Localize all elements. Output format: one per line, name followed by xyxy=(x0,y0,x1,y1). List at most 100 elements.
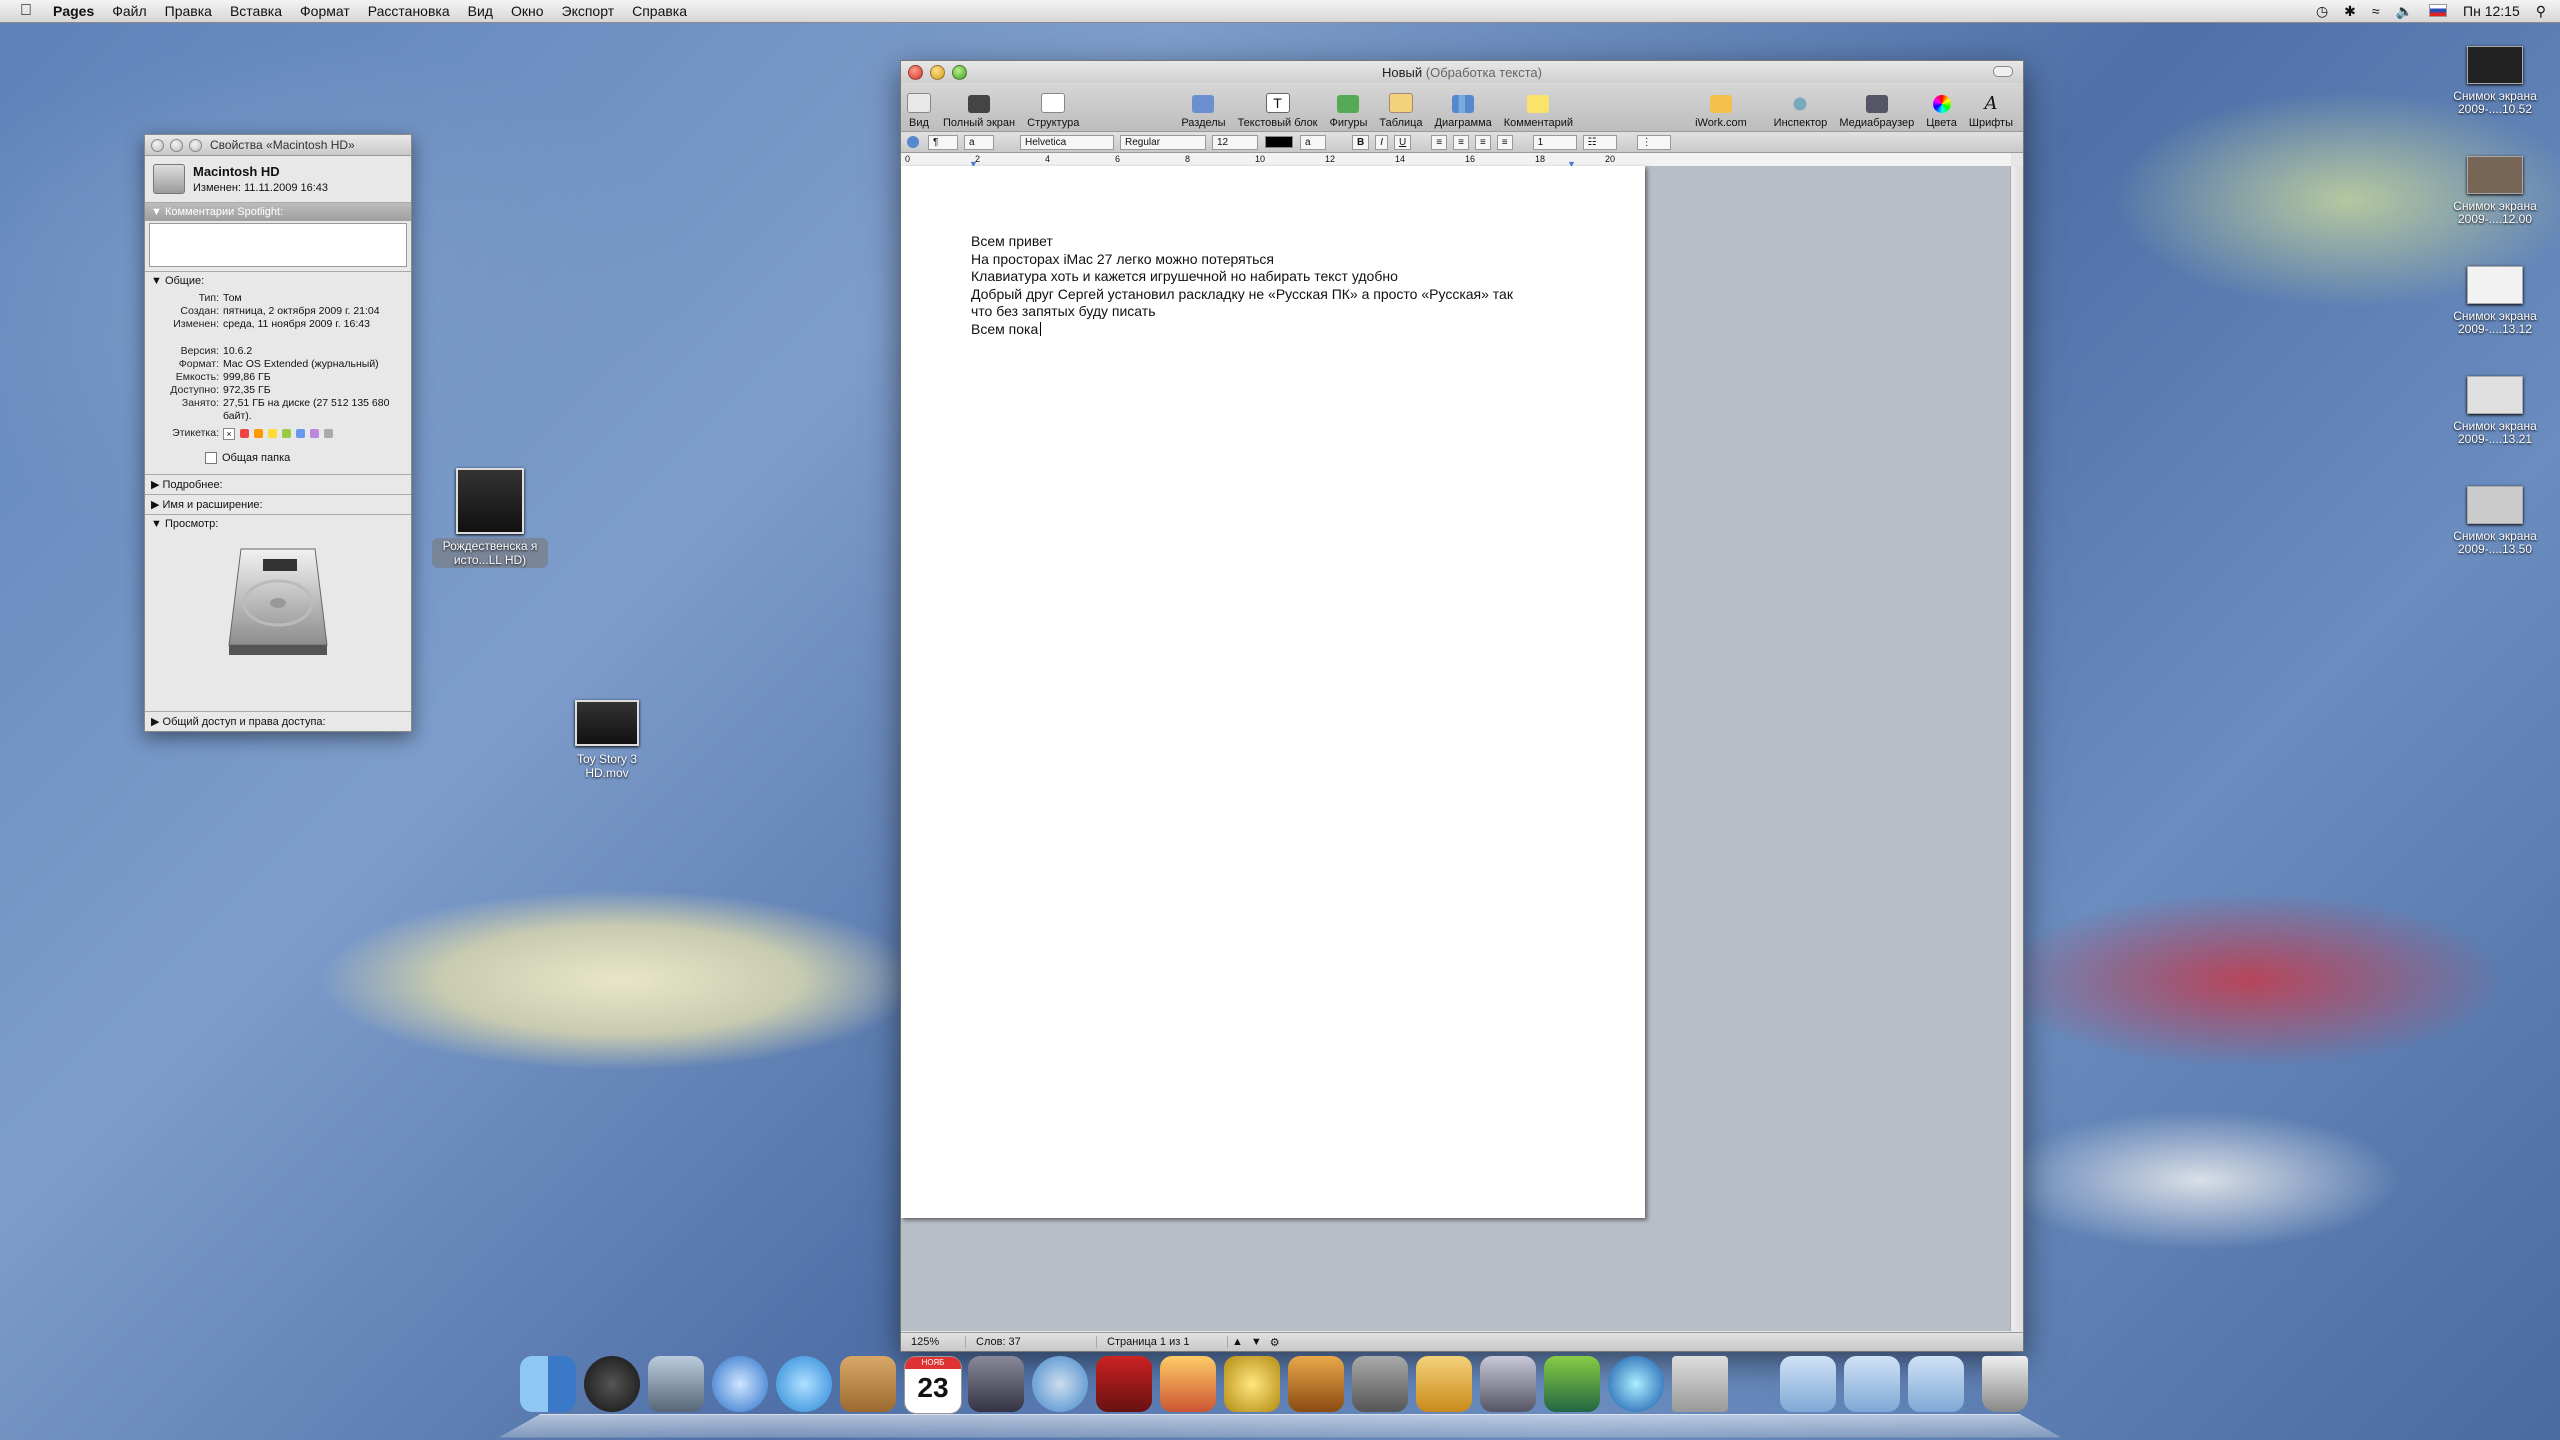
volume-icon[interactable]: 🔈 xyxy=(2388,3,2421,20)
garageband-icon[interactable] xyxy=(1288,1356,1344,1412)
apple-menu-icon[interactable]:  xyxy=(0,0,44,22)
label-blue[interactable] xyxy=(296,429,305,438)
mail-icon[interactable] xyxy=(648,1356,704,1412)
menubar-clock[interactable]: Пн 12:15 xyxy=(2455,3,2528,19)
spotlight-comments-field[interactable] xyxy=(149,223,407,267)
sections-button[interactable]: Разделы xyxy=(1181,95,1226,129)
close-icon[interactable] xyxy=(908,64,923,80)
menu-window[interactable]: Окно xyxy=(502,0,553,22)
view-button[interactable]: Вид xyxy=(907,93,931,129)
script-editor-icon[interactable] xyxy=(1672,1356,1728,1412)
safari-icon[interactable] xyxy=(712,1356,768,1412)
shapes-button[interactable]: Фигуры xyxy=(1330,95,1367,129)
document-page[interactable]: Всем привет На просторах iMac 27 легко м… xyxy=(901,166,1645,1218)
info-titlebar[interactable]: Свойства «Macintosh HD» xyxy=(145,135,411,156)
menu-edit[interactable]: Правка xyxy=(156,0,221,22)
table-button[interactable]: Таблица xyxy=(1379,93,1423,129)
itunes-icon[interactable] xyxy=(1032,1356,1088,1412)
page-nav-down-icon[interactable]: ▼ xyxy=(1247,1336,1266,1348)
menu-insert[interactable]: Вставка xyxy=(221,0,291,22)
label-gray[interactable] xyxy=(324,429,333,438)
system-preferences-icon[interactable] xyxy=(1352,1356,1408,1412)
gear-icon[interactable]: ⚙ xyxy=(1266,1336,1284,1349)
comment-button[interactable]: Комментарий xyxy=(1504,95,1573,129)
imovie-icon[interactable] xyxy=(1224,1356,1280,1412)
numbers-icon[interactable] xyxy=(1544,1356,1600,1412)
page-nav-up-icon[interactable]: ▲ xyxy=(1228,1336,1247,1348)
desktop-icon-screenshot[interactable]: Снимок экрана 2009-....13.50 xyxy=(2440,486,2550,556)
trash-icon[interactable] xyxy=(1982,1356,2028,1412)
desktop-icon-screenshot[interactable]: Снимок экрана 2009-....13.12 xyxy=(2440,266,2550,336)
align-left-button[interactable]: ≡ xyxy=(1431,134,1448,150)
keynote-icon[interactable] xyxy=(1416,1356,1472,1412)
fonts-button[interactable]: A Шрифты xyxy=(1969,95,2013,130)
sharing-section[interactable]: ▶ Общий доступ и права доступа: xyxy=(145,711,411,731)
front-row-icon[interactable] xyxy=(1096,1356,1152,1412)
menu-format[interactable]: Формат xyxy=(291,0,359,22)
paragraph-style-menu[interactable]: ¶ xyxy=(928,134,958,150)
menu-help[interactable]: Справка xyxy=(623,0,696,22)
minimize-icon[interactable] xyxy=(930,64,945,80)
time-machine-icon[interactable]: ◷ xyxy=(2308,3,2336,20)
font-size-select[interactable]: 12 xyxy=(1212,134,1258,150)
media-browser-button[interactable]: Медиабраузер xyxy=(1839,95,1914,129)
spotlight-icon[interactable]: ⚲ xyxy=(2528,3,2560,20)
downloads-folder-icon[interactable] xyxy=(1908,1356,1964,1412)
label-purple[interactable] xyxy=(310,429,319,438)
label-orange[interactable] xyxy=(254,429,263,438)
label-green[interactable] xyxy=(282,429,291,438)
document-body[interactable]: Всем привет На просторах iMac 27 легко м… xyxy=(971,233,1513,338)
desktop-icon-christmas-movie[interactable]: Рождественска я исто...LL HD) xyxy=(432,468,548,568)
align-center-button[interactable]: ≡ xyxy=(1453,134,1469,150)
preview-icon[interactable] xyxy=(968,1356,1024,1412)
address-book-icon[interactable] xyxy=(840,1356,896,1412)
finder-icon[interactable] xyxy=(520,1356,576,1412)
more-info-section[interactable]: ▶ Подробнее: xyxy=(145,474,411,494)
general-section[interactable]: ▼ Общие: xyxy=(145,271,411,290)
documents-folder-icon[interactable] xyxy=(1844,1356,1900,1412)
zoom-icon[interactable] xyxy=(952,64,967,80)
iwork-com-button[interactable]: iWork.com xyxy=(1695,95,1747,129)
vertical-scrollbar[interactable] xyxy=(2010,166,2023,1331)
desktop-icon-toy-story[interactable]: Toy Story 3 HD.mov xyxy=(565,700,649,780)
input-flag-ru-icon[interactable] xyxy=(2421,3,2455,19)
zoom-icon[interactable] xyxy=(189,138,202,152)
ichat-icon[interactable] xyxy=(776,1356,832,1412)
pages-icon[interactable] xyxy=(1480,1356,1536,1412)
inspector-button[interactable]: Инспектор xyxy=(1774,95,1827,129)
text-box-button[interactable]: T Текстовый блок xyxy=(1238,93,1318,129)
name-extension-section[interactable]: ▶ Имя и расширение: xyxy=(145,494,411,514)
menu-arrange[interactable]: Расстановка xyxy=(359,0,459,22)
menu-app-pages[interactable]: Pages xyxy=(44,0,103,22)
italic-button[interactable]: I xyxy=(1375,134,1389,150)
line-spacing-select[interactable]: 1 xyxy=(1532,134,1577,150)
label-yellow[interactable] xyxy=(268,429,277,438)
close-icon[interactable] xyxy=(151,138,164,152)
highlight-color-well[interactable]: a xyxy=(1300,134,1326,150)
character-style-menu[interactable]: a xyxy=(964,134,994,150)
list-style-select[interactable]: ⋮ xyxy=(1636,134,1671,150)
outline-button[interactable]: Структура xyxy=(1027,93,1079,129)
quicktime-icon[interactable] xyxy=(1608,1356,1664,1412)
label-red[interactable] xyxy=(240,429,249,438)
chart-button[interactable]: Диаграмма xyxy=(1435,95,1492,129)
dashboard-icon[interactable] xyxy=(584,1356,640,1412)
minimize-icon[interactable] xyxy=(170,138,183,152)
desktop-icon-screenshot[interactable]: Снимок экрана 2009-....13.21 xyxy=(2440,376,2550,446)
desktop-icon-screenshot[interactable]: Снимок экрана 2009-....10.52 xyxy=(2440,46,2550,116)
fullscreen-button[interactable]: Полный экран xyxy=(943,95,1015,129)
columns-select[interactable]: ☷ xyxy=(1582,134,1617,150)
toolbar-toggle-icon[interactable] xyxy=(1993,66,2013,77)
iphoto-icon[interactable] xyxy=(1160,1356,1216,1412)
spotlight-section[interactable]: ▼ Комментарии Spotlight: xyxy=(145,202,411,221)
align-right-button[interactable]: ≡ xyxy=(1474,134,1491,150)
underline-button[interactable]: U xyxy=(1394,134,1412,150)
pages-titlebar[interactable]: Новый (Обработка текста) xyxy=(901,61,2023,83)
zoom-select[interactable]: 125% xyxy=(901,1336,966,1348)
ical-icon[interactable]: НОЯБ 23 xyxy=(904,1356,962,1414)
styles-drawer-icon[interactable] xyxy=(907,136,919,148)
bold-button[interactable]: B xyxy=(1352,134,1370,150)
font-family-select[interactable]: Helvetica xyxy=(1020,134,1114,150)
menu-file[interactable]: Файл xyxy=(103,0,155,22)
bluetooth-icon[interactable]: ✱ xyxy=(2336,3,2364,20)
